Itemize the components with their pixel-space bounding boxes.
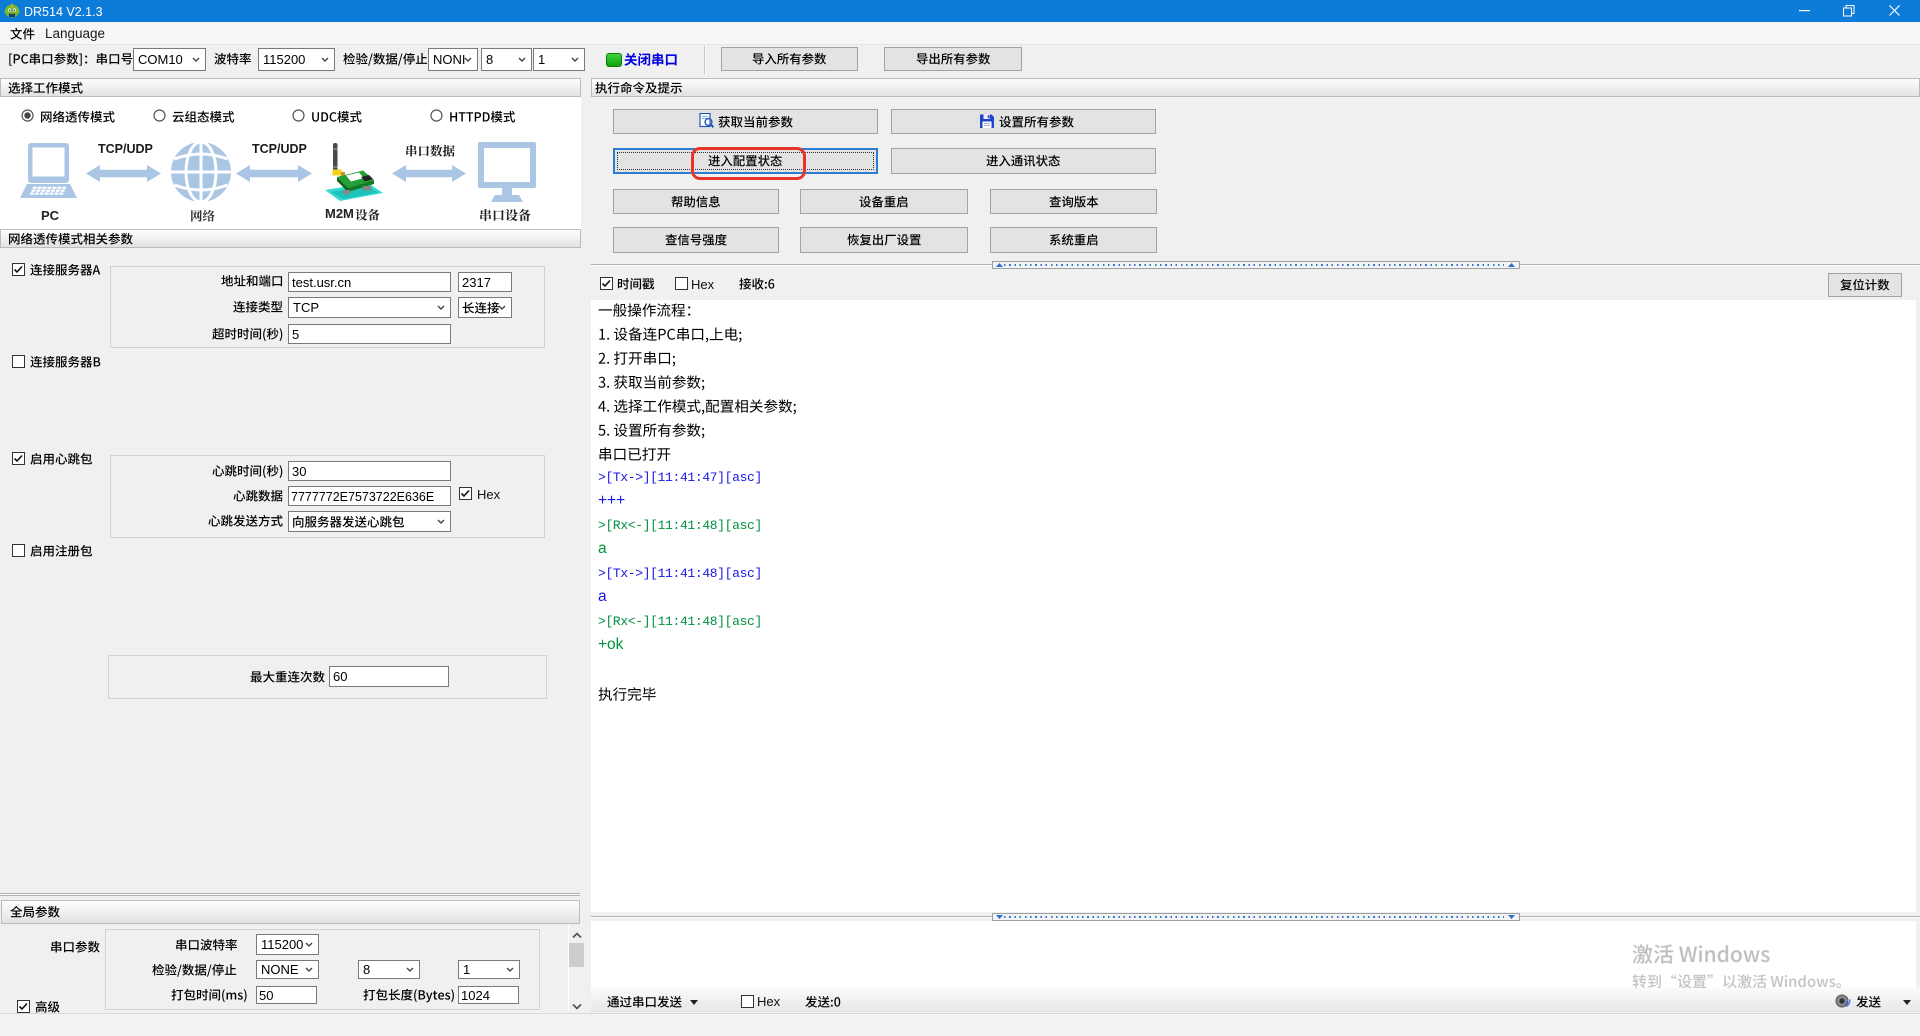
svg-text:test.usr.cn: test.usr.cn [292,275,351,290]
svg-text:TCP: TCP [293,300,319,315]
svg-text:8: 8 [486,52,493,67]
svg-text:2317: 2317 [462,275,491,290]
svg-text:7777772E7573722E636E: 7777772E7573722E636E [291,490,434,504]
svg-text:NONE: NONE [261,962,299,977]
svg-text:Language: Language [45,26,105,41]
svg-text:1: 1 [538,52,545,67]
svg-text:+++: +++ [598,492,625,509]
svg-text:>[Tx->][11:41:48][asc]: >[Tx->][11:41:48][asc] [598,566,762,581]
svg-text:5: 5 [292,327,299,342]
svg-text:>[Tx->][11:41:47][asc]: >[Tx->][11:41:47][asc] [598,470,762,485]
svg-text:115200: 115200 [261,937,303,952]
svg-text:50: 50 [259,988,273,1003]
svg-text:Hex: Hex [757,994,781,1009]
svg-text:a: a [598,588,607,605]
svg-text:60: 60 [333,669,347,684]
svg-text:8: 8 [363,962,370,977]
svg-text:+ok: +ok [598,636,624,653]
svg-text:TCP/UDP: TCP/UDP [252,142,307,156]
svg-text:Hex: Hex [477,487,501,502]
svg-text:1024: 1024 [461,988,490,1003]
svg-text:30: 30 [292,464,306,479]
svg-text:Hex: Hex [691,277,715,292]
svg-text:M2M: M2M [325,206,354,221]
svg-text:PC: PC [41,208,60,223]
svg-text:1: 1 [463,962,470,977]
svg-text:>[Rx<-][11:41:48][asc]: >[Rx<-][11:41:48][asc] [598,518,762,533]
svg-text:TCP/UDP: TCP/UDP [98,142,153,156]
svg-text:DR514 V2.1.3: DR514 V2.1.3 [24,5,103,19]
svg-text:a: a [598,540,607,557]
svg-text:115200: 115200 [263,52,305,67]
svg-text:NONI: NONI [433,52,466,67]
svg-text:COM10: COM10 [138,52,183,67]
svg-text:>[Rx<-][11:41:48][asc]: >[Rx<-][11:41:48][asc] [598,614,762,629]
